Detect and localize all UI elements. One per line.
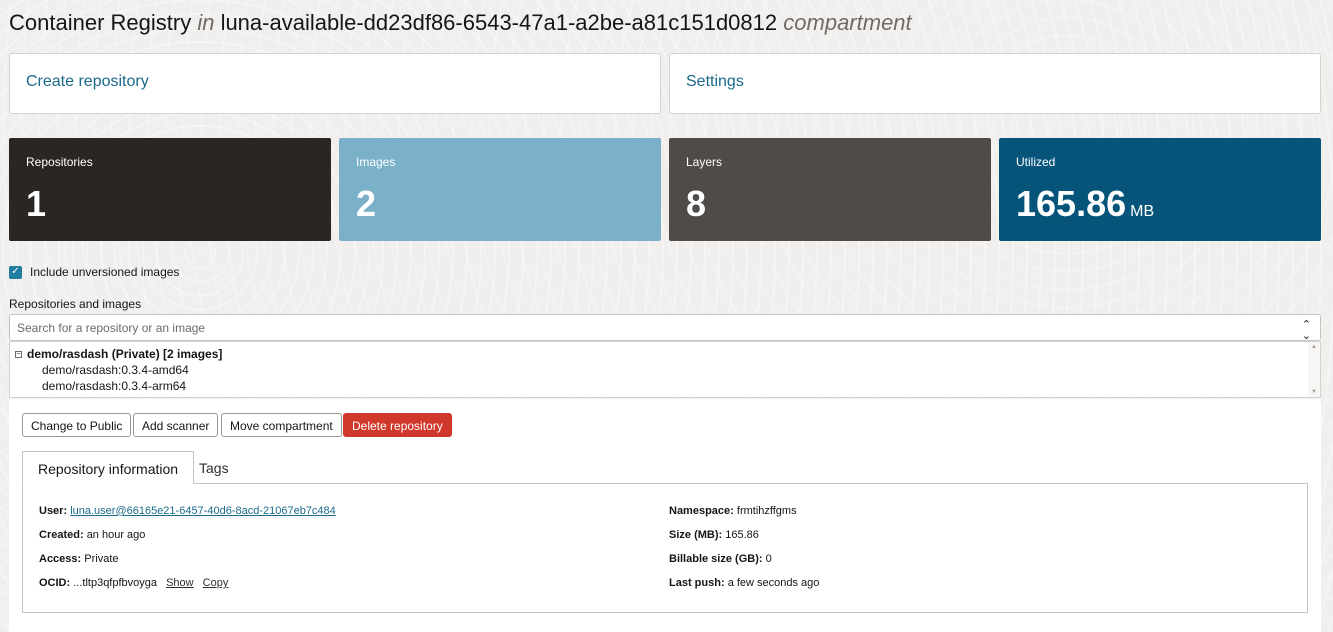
metric-layers: Layers 8 <box>669 138 991 241</box>
info-label: Access: <box>39 553 82 565</box>
move-compartment-button[interactable]: Move compartment <box>221 413 342 437</box>
info-value: 0 <box>765 553 772 565</box>
info-last-push: Last push: a few seconds ago <box>669 576 819 600</box>
repositories-images-label: Repositories and images <box>9 297 142 311</box>
metric-label: Utilized <box>1016 155 1056 169</box>
metric-images: Images 2 <box>339 138 661 241</box>
create-repository-card[interactable]: Create repository <box>9 53 661 114</box>
info-label: OCID: <box>39 577 71 589</box>
info-ocid: OCID: ...tltp3qfpfbvoyga Show Copy <box>39 576 336 600</box>
info-user: User: luna.user@66165e21-6457-40d6-8acd-… <box>39 504 336 528</box>
info-access: Access: Private <box>39 552 336 576</box>
info-value: frmtihzffgms <box>736 505 797 517</box>
repository-detail-panel: Change to Public Add scanner Move compar… <box>9 399 1321 632</box>
title-text: Container Registry <box>9 10 192 35</box>
info-billable-size: Billable size (GB): 0 <box>669 552 819 576</box>
info-label: Last push: <box>669 577 725 589</box>
metric-value: 2 <box>356 183 377 224</box>
collapse-icon[interactable]: − <box>15 350 22 358</box>
compartment-name: luna-available-dd23df86-6543-47a1-a2be-a… <box>220 10 778 35</box>
info-right-column: Namespace: frmtihzffgms Size (MB): 165.8… <box>669 504 819 600</box>
scroll-up-icon[interactable]: ▲ <box>1311 344 1317 350</box>
metric-value: 165.86 <box>1016 183 1127 224</box>
info-value: an hour ago <box>86 529 146 541</box>
repository-search-input[interactable] <box>17 321 1287 335</box>
create-repository-link[interactable]: Create repository <box>26 73 149 90</box>
metric-unit: MB <box>1130 203 1155 220</box>
tree-item-image[interactable]: demo/rasdash:0.3.4-arm64 <box>15 380 1315 393</box>
info-value: ...tltp3qfpfbvoyga <box>73 577 158 589</box>
ocid-show-link[interactable]: Show <box>166 577 194 589</box>
info-label: Created: <box>39 529 84 541</box>
page-title: Container Registry in luna-available-dd2… <box>9 10 912 36</box>
delete-repository-button[interactable]: Delete repository <box>343 413 452 437</box>
tree-item-image[interactable]: demo/rasdash:0.3.4-amd64 <box>15 364 1315 377</box>
info-value: a few seconds ago <box>727 577 820 589</box>
info-created: Created: an hour ago <box>39 528 336 552</box>
info-label: Size (MB): <box>669 529 723 541</box>
settings-card[interactable]: Settings <box>669 53 1321 114</box>
include-unversioned-row[interactable]: ✓ Include unversioned images <box>9 265 179 279</box>
repository-info-body: User: luna.user@66165e21-6457-40d6-8acd-… <box>22 483 1308 613</box>
info-value: 165.86 <box>725 529 759 541</box>
repository-tree: − demo/rasdash (Private) [2 images] demo… <box>9 341 1321 398</box>
ocid-copy-link[interactable]: Copy <box>203 577 229 589</box>
tab-repository-information[interactable]: Repository information <box>22 451 195 484</box>
metric-utilized: Utilized 165.86 MB <box>999 138 1321 241</box>
metric-label: Repositories <box>26 155 93 169</box>
repository-search[interactable]: ⌃⌄ <box>9 314 1321 342</box>
checkmark-icon: ✓ <box>11 266 20 277</box>
info-label: Namespace: <box>669 505 734 517</box>
scroll-down-icon[interactable]: ▼ <box>1311 389 1317 395</box>
tree-group-label[interactable]: demo/rasdash (Private) [2 images] <box>27 347 222 361</box>
settings-link[interactable]: Settings <box>686 73 744 90</box>
tree-scrollbar[interactable]: ▲ ▼ <box>1308 342 1320 397</box>
metric-label: Images <box>356 155 396 169</box>
info-left-column: User: luna.user@66165e21-6457-40d6-8acd-… <box>39 504 336 600</box>
metric-value: 8 <box>686 183 707 224</box>
info-size: Size (MB): 165.86 <box>669 528 819 552</box>
include-unversioned-label[interactable]: Include unversioned images <box>30 265 179 279</box>
info-value: Private <box>84 553 119 565</box>
metric-value: 1 <box>26 183 47 224</box>
title-in: in <box>197 10 215 35</box>
select-arrows-icon[interactable]: ⌃ ⌄ <box>1302 320 1311 342</box>
info-label: User: <box>39 505 68 517</box>
tree-group-demo-rasdash[interactable]: − demo/rasdash (Private) [2 images] <box>15 347 1315 361</box>
user-link[interactable]: luna.user@66165e21-6457-40d6-8acd-21067e… <box>70 505 336 517</box>
metric-label: Layers <box>686 155 723 169</box>
title-compartment-word: compartment <box>783 10 912 35</box>
add-scanner-button[interactable]: Add scanner <box>133 413 219 437</box>
metric-repositories: Repositories 1 <box>9 138 331 241</box>
include-unversioned-checkbox[interactable]: ✓ <box>9 265 22 279</box>
info-label: Billable size (GB): <box>669 553 763 565</box>
change-to-public-button[interactable]: Change to Public <box>22 413 132 437</box>
info-namespace: Namespace: frmtihzffgms <box>669 504 819 528</box>
